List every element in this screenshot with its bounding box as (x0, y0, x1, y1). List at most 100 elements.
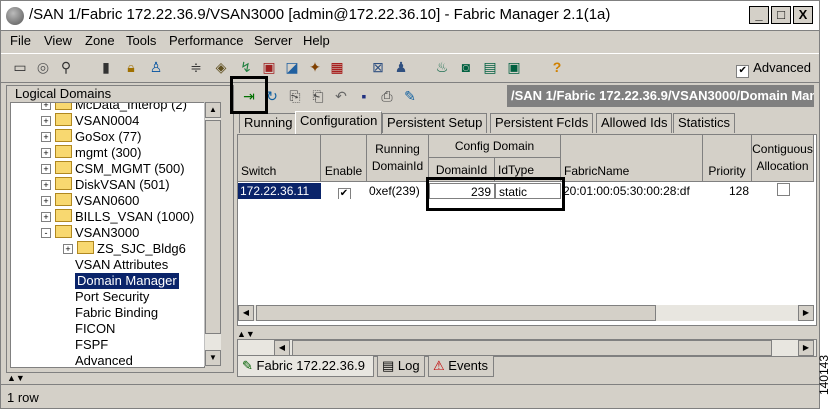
menu-server[interactable]: Server (254, 33, 292, 48)
device-icon[interactable]: ▮ (97, 58, 115, 76)
tree-item[interactable]: + ZS_SJC_Bldg6 (63, 241, 186, 257)
save-icon[interactable]: ▪ (355, 87, 373, 105)
tree-item-vsan3000[interactable]: - VSAN3000 (41, 225, 139, 241)
tab-statistics[interactable]: Statistics (673, 113, 736, 133)
cell-priority[interactable]: 128 (703, 183, 752, 199)
tree-item[interactable]: + GoSox (77) (41, 129, 141, 145)
tree-item[interactable]: + BILLS_VSAN (1000) (41, 209, 194, 225)
menu-tools[interactable]: Tools (126, 33, 156, 48)
menu-zone[interactable]: Zone (85, 33, 115, 48)
alert-icon[interactable]: ▣ (260, 58, 278, 76)
users-icon[interactable]: ♟ (392, 58, 410, 76)
menu-view[interactable]: View (44, 33, 72, 48)
column-running-domain[interactable]: Running DomainId (367, 135, 429, 182)
enable-checkbox[interactable]: ✔ (337, 188, 351, 199)
tree-item-fabric-binding[interactable]: Fabric Binding (75, 305, 158, 321)
undo-icon[interactable]: ↶ (332, 87, 350, 105)
expand-icon[interactable]: + (41, 164, 51, 174)
flow-icon[interactable]: ↯ (237, 58, 255, 76)
copy-icon[interactable]: ⎘ (286, 87, 304, 105)
menu-performance[interactable]: Performance (169, 33, 243, 48)
tab-allowed-ids[interactable]: Allowed Ids (596, 113, 673, 133)
chart-icon[interactable]: ▤ (481, 58, 499, 76)
tree-item-vsan-attributes[interactable]: VSAN Attributes (75, 257, 168, 273)
cell-running-domain[interactable]: 0xef(239) (367, 183, 429, 199)
monitor-icon[interactable]: ◙ (457, 58, 475, 76)
menu-file[interactable]: File (10, 33, 31, 48)
minimize-button[interactable]: _ (749, 6, 769, 24)
tab-persistent-fcids[interactable]: Persistent FcIds (490, 113, 594, 133)
tree-item[interactable]: + CSM_MGMT (500) (41, 161, 185, 177)
scroll-thumb[interactable] (256, 305, 656, 321)
expand-icon[interactable]: + (41, 103, 51, 110)
expand-icon[interactable]: + (41, 148, 51, 158)
tree-item[interactable]: + McData_Interop (2) (41, 103, 187, 113)
tree-item[interactable]: + DiskVSAN (501) (41, 177, 170, 193)
cell-enable[interactable]: ✔ (321, 183, 367, 199)
scroll-thumb[interactable] (292, 340, 772, 356)
column-switch[interactable]: Switch (238, 135, 321, 182)
find-icon[interactable]: ⚲ (57, 58, 75, 76)
tree-item[interactable]: + VSAN0004 (41, 113, 139, 129)
tab-persistent-setup[interactable]: Persistent Setup (382, 113, 488, 133)
cell-switch[interactable]: 172.22.36.11 (238, 183, 321, 199)
tree-item-domain-manager[interactable]: Domain Manager (75, 273, 179, 289)
tree-item-port-security[interactable]: Port Security (75, 289, 149, 305)
user-icon[interactable]: ♙ (147, 58, 165, 76)
column-contiguous[interactable]: Contiguous Allocation (752, 135, 814, 182)
tab-configuration[interactable]: Configuration (295, 111, 383, 134)
vsan-icon[interactable]: ◈ (212, 58, 230, 76)
expand-icon[interactable]: + (41, 132, 51, 142)
scroll-right-icon[interactable]: ▶ (798, 305, 814, 321)
splitter-icon[interactable]: ▲▼ (7, 373, 25, 383)
cell-fabric-name[interactable]: 20:01:00:05:30:00:28:df (561, 183, 703, 199)
scroll-thumb[interactable] (205, 120, 221, 334)
lock-icon[interactable]: 🔒︎ (122, 58, 140, 76)
tree-scrollbar[interactable]: ▲ ▼ (204, 102, 221, 366)
discover-icon[interactable]: ◎ (34, 58, 52, 76)
column-fabric-name[interactable]: FabricName (561, 135, 703, 182)
maximize-button[interactable]: □ (771, 6, 791, 24)
scroll-left-icon[interactable]: ◀ (274, 340, 290, 356)
tree-item-advanced[interactable]: Advanced (75, 353, 133, 367)
scroll-right-icon[interactable]: ▶ (798, 340, 814, 356)
tab-events[interactable]: ⚠ Events (428, 355, 494, 377)
column-priority[interactable]: Priority (703, 135, 752, 182)
network-icon[interactable]: ⊠ (369, 58, 387, 76)
tab-fabric[interactable]: ✎ Fabric 172.22.36.9 (237, 355, 374, 377)
paste-icon[interactable]: ⎗ (309, 87, 327, 105)
console-icon[interactable]: ▣ (505, 58, 523, 76)
tree-item-fspf[interactable]: FSPF (75, 337, 108, 353)
report-icon[interactable]: ◪ (283, 58, 301, 76)
expand-icon[interactable]: + (63, 244, 73, 254)
help-icon[interactable]: ? (548, 58, 566, 76)
table-hscrollbar[interactable]: ◀ ▶ (238, 305, 814, 321)
cell-contiguous[interactable] (752, 183, 814, 199)
close-button[interactable]: X (793, 6, 813, 24)
zone-icon[interactable]: ≑ (187, 58, 205, 76)
contiguous-checkbox[interactable] (776, 183, 790, 196)
scroll-up-icon[interactable]: ▲ (205, 102, 221, 118)
scroll-left-icon[interactable]: ◀ (238, 305, 254, 321)
tab-running[interactable]: Running (239, 113, 298, 133)
expand-icon[interactable]: + (41, 116, 51, 126)
open-icon[interactable]: ▭ (11, 58, 29, 76)
splitter-icon[interactable]: ▲▼ (237, 329, 255, 339)
wizard-icon[interactable]: ✦ (306, 58, 324, 76)
expand-icon[interactable]: + (41, 212, 51, 222)
column-enable[interactable]: Enable (321, 135, 367, 182)
tree-item[interactable]: + mgmt (300) (41, 145, 141, 161)
tree-item[interactable]: + VSAN0600 (41, 193, 139, 209)
expand-icon[interactable]: + (41, 196, 51, 206)
advanced-check-box[interactable]: ✔ (736, 65, 750, 78)
expand-icon[interactable]: + (41, 180, 51, 190)
grid-icon[interactable]: ▦ (328, 58, 346, 76)
advanced-checkbox[interactable]: ✔ Advanced (736, 60, 811, 78)
tab-log[interactable]: ▤ Log (377, 355, 425, 377)
perf-icon[interactable]: ♨ (433, 58, 451, 76)
collapse-icon[interactable]: - (41, 228, 51, 238)
edit-icon[interactable]: ✎ (401, 87, 419, 105)
menu-help[interactable]: Help (303, 33, 330, 48)
print-icon[interactable]: ⎙ (378, 87, 396, 105)
scroll-down-icon[interactable]: ▼ (205, 350, 221, 366)
